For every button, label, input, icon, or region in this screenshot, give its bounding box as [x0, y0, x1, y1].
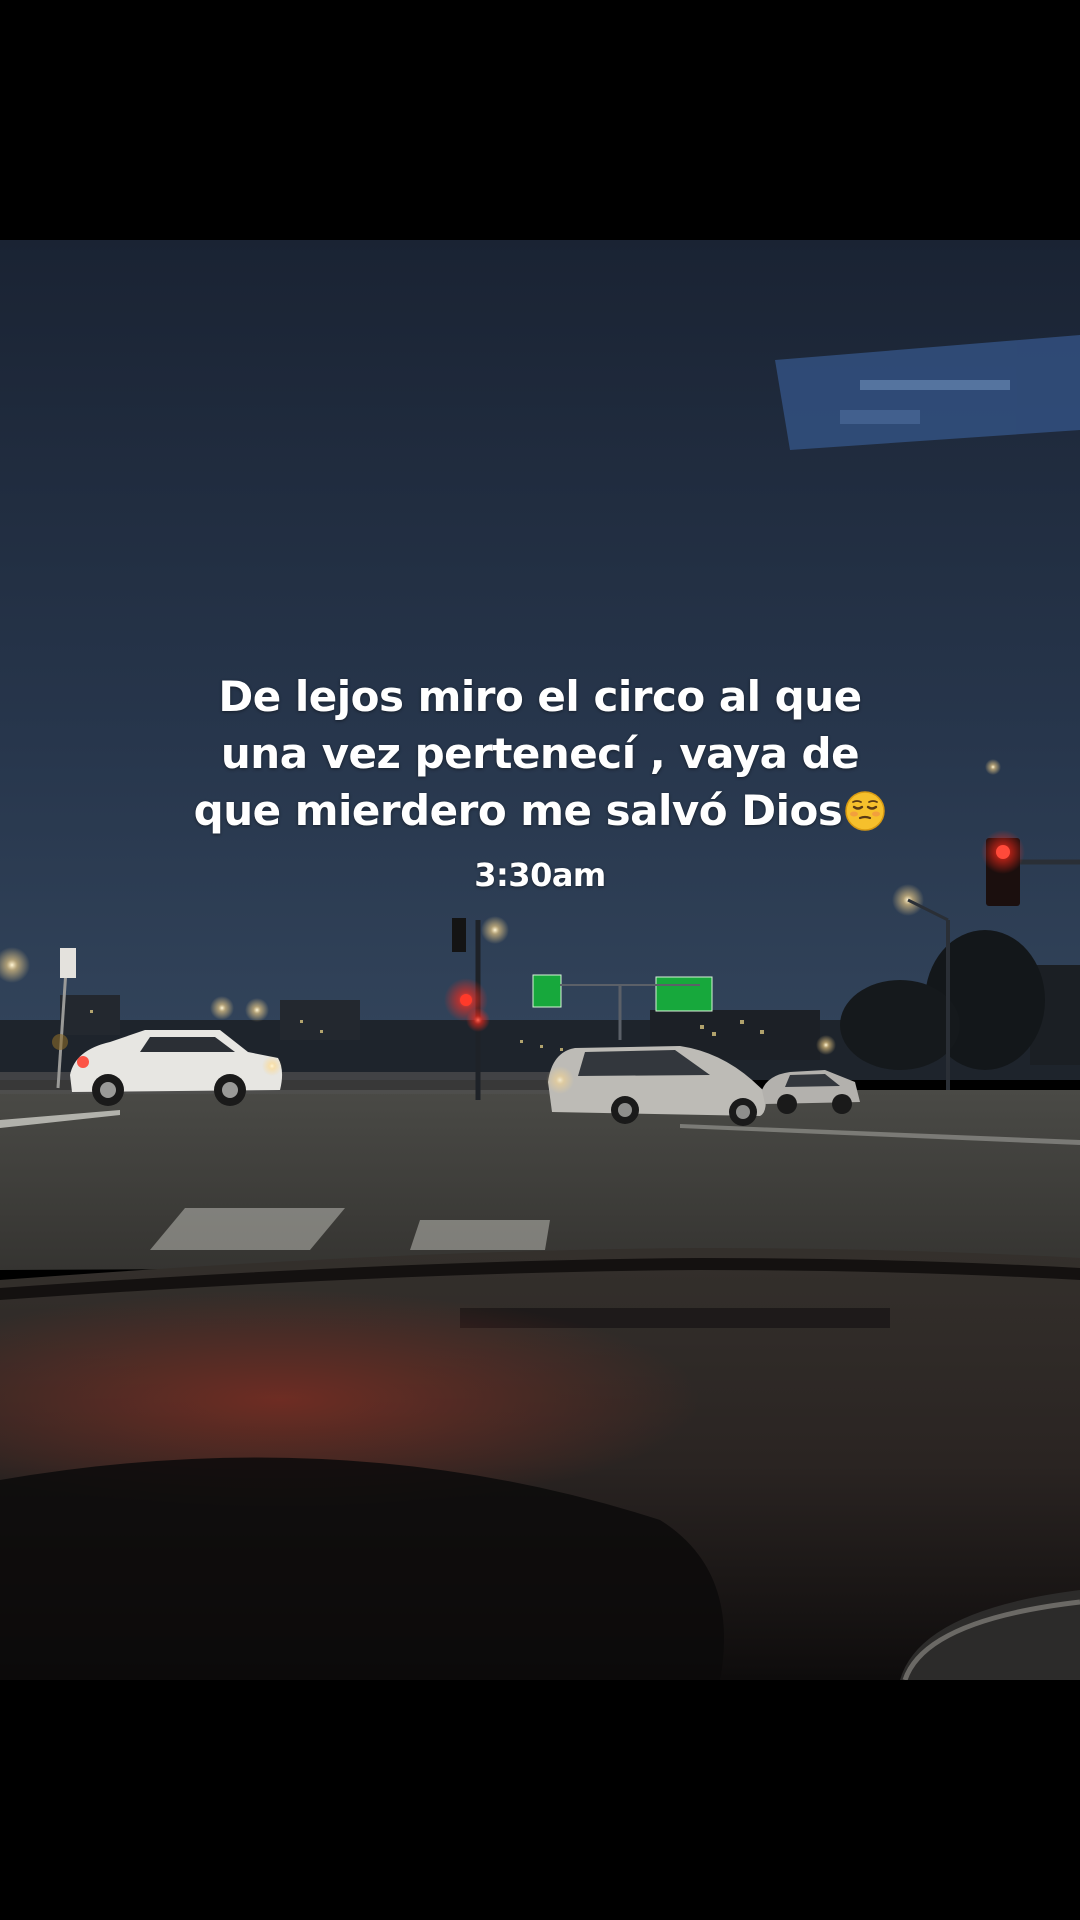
time-label: 3:30am — [474, 856, 606, 894]
caption-line-3: que mierdero me salvó Dios — [0, 782, 1080, 839]
video-caption: De lejos miro el circo al que una vez pe… — [0, 668, 1080, 839]
night-drive-scene — [0, 240, 1080, 1680]
relieved-face-icon — [844, 789, 886, 831]
caption-line-3-text: que mierdero me salvó Dios — [193, 786, 843, 835]
caption-line-2: una vez pertenecí , vaya de — [220, 729, 860, 778]
caption-line-1: De lejos miro el circo al que — [218, 672, 862, 721]
video-frame — [0, 240, 1080, 1680]
